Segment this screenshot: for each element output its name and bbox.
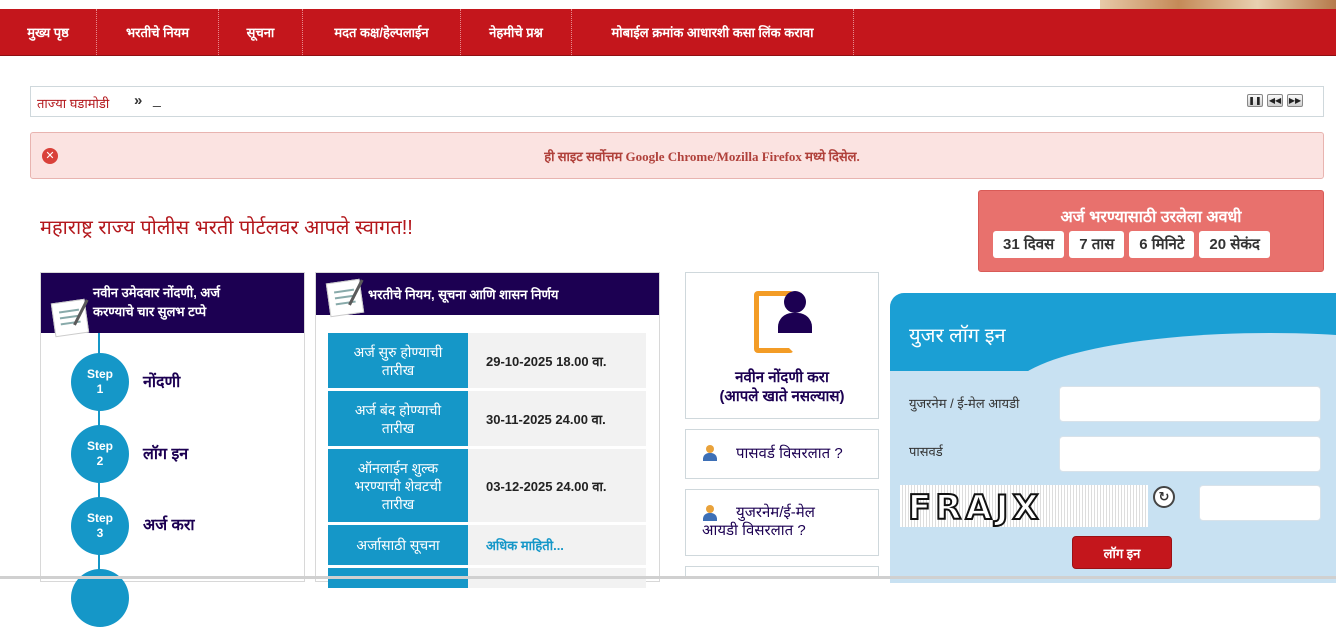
row-key: ऑनलाईन शुल्क भरण्याची शेवटची तारीख <box>328 449 468 522</box>
step-number: 1 <box>96 382 104 396</box>
user-key-icon <box>701 445 719 463</box>
step-number: 3 <box>96 526 104 540</box>
notepad-icon <box>325 278 365 318</box>
row-value: 29-10-2025 18.00 वा. <box>486 353 607 369</box>
user-key-icon <box>701 505 719 523</box>
main-nav: मुख्य पृष्ठ भरतीचे नियम सूचना मदत कक्ष/ह… <box>0 9 1336 56</box>
step-3-badge[interactable]: Step 3 <box>71 497 129 555</box>
forward-icon[interactable]: ▶▶ <box>1287 94 1303 107</box>
step-badge-text: Step <box>86 439 113 453</box>
alert-message: ही साइट सर्वोत्तम Google Chrome/Mozilla … <box>544 149 860 164</box>
nav-item-rules[interactable]: भरतीचे नियम <box>97 9 219 55</box>
rewind-icon[interactable]: ◀◀ <box>1267 94 1283 107</box>
login-panel: युजर लॉग इन युजरनेम / ई-मेल आयडी पासवर्ड… <box>890 293 1336 583</box>
welcome-heading: महाराष्ट्र राज्य पोलीस भरती पोर्टलवर आपल… <box>40 217 413 239</box>
password-input[interactable] <box>1059 436 1321 472</box>
step-2-badge[interactable]: Step 2 <box>71 425 129 483</box>
rules-panel: भरतीचे नियम, सूचना आणि शासन निर्णय अर्ज … <box>315 272 660 588</box>
steps-panel-header: नवीन उमेदवार नोंदणी, अर्ज करण्याचे चार स… <box>41 273 304 338</box>
countdown-days: 31 दिवस <box>993 231 1065 258</box>
row-key: अर्जासाठी सूचना <box>328 525 468 565</box>
step-badge-text: Step <box>86 367 113 381</box>
forgot-username-line2: आयडी विसरलात ? <box>702 522 806 539</box>
steps-panel: नवीन उमेदवार नोंदणी, अर्ज करण्याचे चार स… <box>40 272 305 627</box>
user-document-icon <box>754 287 812 353</box>
table-row: अर्ज सुरु होण्याची तारीख 29-10-2025 18.0… <box>328 333 646 388</box>
rules-panel-title: भरतीचे नियम, सूचना आणि शासन निर्णय <box>368 287 559 302</box>
nav-item-helpdesk[interactable]: मदत कक्ष/हेल्पलाईन <box>303 9 461 55</box>
countdown-seconds: 20 सेकंद <box>1199 231 1270 258</box>
nav-label: भरतीचे नियम <box>126 25 189 40</box>
password-label: पासवर्ड <box>909 444 943 459</box>
captcha-text: FRAJX <box>907 487 1043 529</box>
ticker-arrows: » <box>134 92 143 109</box>
step-number: 2 <box>96 454 104 468</box>
ticker-text: _ <box>153 91 161 107</box>
notepad-icon <box>50 298 90 338</box>
browser-alert: ✕ ही साइट सर्वोत्तम Google Chrome/Mozill… <box>30 132 1324 179</box>
ticker-label: ताज्या घडामोडी <box>37 96 110 111</box>
row-value: 30-11-2025 24.00 वा. <box>486 411 606 427</box>
nav-item-notices[interactable]: सूचना <box>219 9 303 55</box>
news-ticker: ताज्या घडामोडी » _ ❚❚ ◀◀ ▶▶ <box>30 86 1324 117</box>
steps-title-line2: करण्याचे चार सुलभ टप्पे <box>93 304 207 319</box>
nav-label: मोबाईल क्रमांक आधारशी कसा लिंक करावा <box>611 25 814 40</box>
step-3-label[interactable]: अर्ज करा <box>143 513 195 535</box>
countdown-title: अर्ज भरण्यासाठी उरलेला अवधी <box>1060 209 1242 226</box>
header-banner-image <box>1100 0 1336 9</box>
refresh-captcha-icon[interactable]: ↻ <box>1153 486 1175 508</box>
forgot-password-link[interactable]: पासवर्ड विसरलात ? <box>685 429 879 479</box>
row-value: 03-12-2025 24.00 वा. <box>486 478 607 494</box>
table-row: अर्जासाठी सूचना अधिक माहिती... <box>328 525 646 565</box>
forgot-username-line1: युजरनेम/ई-मेल <box>736 504 815 521</box>
row-key: अर्ज सुरु होण्याची तारीख <box>328 333 468 388</box>
captcha-input[interactable] <box>1199 485 1321 521</box>
countdown-hours: 7 तास <box>1069 231 1125 258</box>
more-info-link[interactable]: अधिक माहिती... <box>486 525 564 565</box>
steps-list: Step 1 नोंदणी Step 2 लॉग इन Step 3 अर्ज करा <box>41 333 304 627</box>
rules-panel-header: भरतीचे नियम, सूचना आणि शासन निर्णय <box>316 273 659 318</box>
countdown-timer: अर्ज भरण्यासाठी उरलेला अवधी 31 दिवस 7 ता… <box>978 190 1324 272</box>
nav-item-faq[interactable]: नेहमीचे प्रश्न <box>461 9 572 55</box>
forgot-password-label: पासवर्ड विसरलात ? <box>736 445 843 462</box>
register-card[interactable]: नवीन नोंदणी करा (आपले खाते नसल्यास) <box>685 272 879 419</box>
forgot-username-link[interactable]: युजरनेम/ई-मेल आयडी विसरलात ? <box>685 489 879 556</box>
step-1-badge[interactable]: Step 1 <box>71 353 129 411</box>
register-subtitle: (आपले खाते नसल्यास) <box>719 388 845 405</box>
table-row: अर्ज बंद होण्याची तारीख 30-11-2025 24.00… <box>328 391 646 446</box>
pause-icon[interactable]: ❚❚ <box>1247 94 1263 107</box>
login-button[interactable]: लॉग इन <box>1072 536 1172 569</box>
nav-item-mobile-aadhaar[interactable]: मोबाईल क्रमांक आधारशी कसा लिंक करावा <box>572 9 854 55</box>
step-2-label[interactable]: लॉग इन <box>143 442 188 464</box>
nav-label: मुख्य पृष्ठ <box>27 25 69 40</box>
captcha-image: FRAJX <box>900 485 1148 529</box>
nav-label: नेहमीचे प्रश्न <box>489 25 543 40</box>
username-input[interactable] <box>1059 386 1321 422</box>
table-row: ऑनलाईन शुल्क भरण्याची शेवटची तारीख 03-12… <box>328 449 646 522</box>
row-key: अर्ज बंद होण्याची तारीख <box>328 391 468 446</box>
login-title: युजर लॉग इन <box>909 325 1006 347</box>
nav-label: सूचना <box>246 25 275 40</box>
nav-item-home[interactable]: मुख्य पृष्ठ <box>0 9 97 55</box>
username-label: युजरनेम / ई-मेल आयडी <box>909 396 1020 411</box>
register-title: नवीन नोंदणी करा <box>735 369 829 386</box>
steps-title-line1: नवीन उमेदवार नोंदणी, अर्ज <box>93 285 221 300</box>
nav-label: मदत कक्ष/हेल्पलाईन <box>334 25 429 40</box>
step-badge-text: Step <box>86 511 113 525</box>
step-1-label[interactable]: नोंदणी <box>143 370 180 392</box>
countdown-minutes: 6 मिनिटे <box>1129 231 1195 258</box>
ticker-controls: ❚❚ ◀◀ ▶▶ <box>1247 94 1303 107</box>
